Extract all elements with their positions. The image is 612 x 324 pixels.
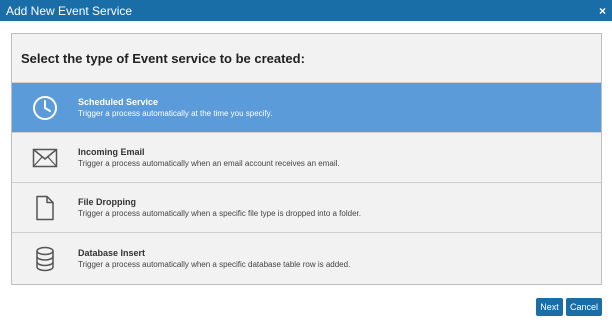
option-description: Trigger a process automatically when a s… [78,260,351,269]
dialog-title: Add New Event Service [6,3,133,18]
option-file-dropping[interactable]: File Dropping Trigger a process automati… [12,183,601,233]
next-button[interactable]: Next [536,298,563,316]
clock-icon [12,95,78,121]
panel-heading: Select the type of Event service to be c… [12,34,601,83]
file-icon [12,195,78,221]
option-name: Database Insert [78,248,146,258]
option-description: Trigger a process automatically when a s… [78,209,361,218]
event-type-panel: Select the type of Event service to be c… [11,33,602,285]
option-name: Incoming Email [78,147,145,157]
close-icon[interactable]: × [599,5,606,17]
option-description: Trigger a process automatically when an … [78,159,340,168]
option-scheduled-service[interactable]: Scheduled Service Trigger a process auto… [12,83,601,133]
option-incoming-email[interactable]: Incoming Email Trigger a process automat… [12,133,601,183]
option-description: Trigger a process automatically at the t… [78,109,273,118]
dialog-titlebar: Add New Event Service × [0,0,612,21]
envelope-icon [12,148,78,168]
option-database-insert[interactable]: Database Insert Trigger a process automa… [12,233,601,284]
option-name: File Dropping [78,197,136,207]
cancel-button[interactable]: Cancel [566,298,602,316]
database-icon [12,246,78,272]
option-name: Scheduled Service [78,97,159,107]
